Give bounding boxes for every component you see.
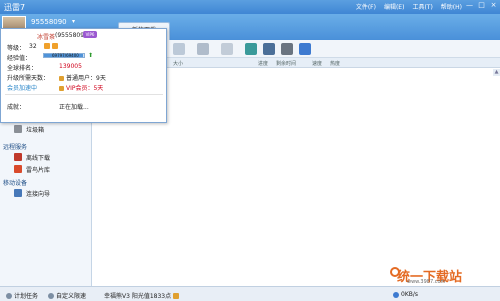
level-label: 等级： <box>7 45 26 52</box>
menu-bar: 文件(F) 编辑(E) 工具(T) 帮助(H) <box>356 2 462 11</box>
settings-gear-icon[interactable] <box>281 43 293 55</box>
delete-icon[interactable] <box>197 43 209 55</box>
sidebar-item-offline[interactable]: 离线下载 <box>14 152 50 162</box>
col-heat[interactable]: 热度 <box>330 60 340 67</box>
film-library-icon <box>14 165 22 173</box>
plan-task-label: 计划任务 <box>14 293 39 300</box>
sidebar-item-label: 垃圾箱 <box>26 126 45 134</box>
open-folder-icon[interactable] <box>221 43 233 55</box>
minimize-button[interactable]: — <box>465 1 474 10</box>
offline-download-icon <box>14 153 22 161</box>
col-size[interactable]: 大小 <box>173 60 183 67</box>
bear-icon <box>173 292 180 299</box>
col-progress[interactable]: 进度 <box>258 60 268 67</box>
speed-label: 0KB/s <box>401 291 419 298</box>
menu-help[interactable]: 帮助(H) <box>441 2 462 11</box>
rank-label: 全球排名： <box>7 65 38 72</box>
pause-icon[interactable] <box>173 43 185 55</box>
section-remote[interactable]: 远程服务 <box>3 142 27 151</box>
section-mobile[interactable]: 移动设备 <box>3 178 27 187</box>
upgrade-normal: 普通用户：9天 <box>59 73 106 82</box>
custom-speed-label: 自定义限速 <box>56 293 87 300</box>
clock-icon <box>6 292 12 299</box>
trash-icon <box>14 125 22 133</box>
maximize-button[interactable]: □ <box>477 1 486 10</box>
exp-value: 69797/69400 <box>52 53 79 58</box>
normal-user-icon <box>59 76 64 81</box>
upgrade-normal-text: 普通用户：9天 <box>66 75 106 82</box>
vip-user-icon <box>59 86 64 91</box>
exp-progress-bar: 69797/69400 <box>43 53 85 58</box>
speed-limit-icon <box>48 292 54 299</box>
level-crown-icon <box>44 43 50 49</box>
level-row: 等级： 32 <box>7 43 37 52</box>
sidebar-item-label: 雷鸟片库 <box>26 166 51 174</box>
col-speed[interactable]: 速度 <box>312 60 322 67</box>
col-remaining[interactable]: 剩余时间 <box>276 60 296 67</box>
sidebar-item-trash[interactable]: 垃圾箱 <box>14 124 44 134</box>
popup-divider <box>5 94 163 95</box>
upgrade-row: 升级所需天数： 普通用户：9天 <box>7 73 106 82</box>
sidebar-item-connect[interactable]: 连接向导 <box>14 188 50 198</box>
menu-tools[interactable]: 工具(T) <box>412 2 432 11</box>
promo-label: 幸福熊V3 阳光值1833点 <box>104 293 172 300</box>
achieve-label: 成就： <box>7 104 26 111</box>
achieve-value: 正在加载... <box>59 104 89 111</box>
level-badges <box>44 43 58 49</box>
plan-task[interactable]: 计划任务 <box>6 291 38 300</box>
exp-row: 经验值： <box>7 53 31 62</box>
up-arrow-icon: ⬆ <box>88 52 94 59</box>
accel-label[interactable]: 会员加速中 <box>7 85 37 92</box>
rank-row: 全球排名： 139005 <box>7 63 82 72</box>
vip-badge: VIP6 <box>83 31 97 38</box>
accel-row: 会员加速中 VIP会员：5天 <box>7 83 103 92</box>
sidebar-item-label: 连接向导 <box>26 190 51 198</box>
username[interactable]: 95558090 <box>31 18 67 26</box>
exp-label: 经验值： <box>7 55 32 62</box>
menu-edit[interactable]: 编辑(E) <box>384 2 404 11</box>
network-status[interactable]: 0KB/s <box>393 291 418 298</box>
achieve-row: 成就： 正在加载... <box>7 102 89 111</box>
sidebar-item-label: 离线下载 <box>26 154 51 162</box>
title-bar: 迅雷7 文件(F) 编辑(E) 工具(T) 帮助(H) — □ × <box>0 0 500 14</box>
app-title: 迅雷7 <box>4 3 26 12</box>
status-bar: 计划任务 自定义限速 幸福熊V3 阳光值1833点 0KB/s <box>0 286 500 301</box>
close-button[interactable]: × <box>489 1 498 10</box>
sort-icon[interactable] <box>245 43 257 55</box>
upgrade-vip-text: VIP会员：5天 <box>66 85 104 92</box>
rank-value: 139005 <box>59 63 82 70</box>
menu-file[interactable]: 文件(F) <box>356 2 376 11</box>
level-value: 32 <box>29 43 37 50</box>
user-dropdown-icon[interactable]: ▾ <box>72 18 75 25</box>
network-icon <box>393 291 399 298</box>
export-icon[interactable] <box>263 43 275 55</box>
phone-icon <box>14 189 22 197</box>
window-controls: — □ × <box>465 1 498 10</box>
upgrade-label: 升级所需天数： <box>7 75 50 82</box>
user-info-popup: 冰雪茶 (95558090) VIP6 等级： 32 经验值： 69797/69… <box>0 28 167 123</box>
scroll-up-icon[interactable]: ▲ <box>493 69 500 76</box>
custom-speed[interactable]: 自定义限速 <box>48 291 86 300</box>
upgrade-vip: VIP会员：5天 <box>59 83 103 92</box>
watermark-url: www.3987.com <box>407 279 446 285</box>
sidebar-item-library[interactable]: 雷鸟片库 <box>14 164 50 174</box>
promo-text[interactable]: 幸福熊V3 阳光值1833点 <box>104 291 180 300</box>
popup-name: 冰雪茶 <box>37 34 56 41</box>
plugin-icon[interactable] <box>299 43 311 55</box>
level-crown-icon <box>52 43 58 49</box>
